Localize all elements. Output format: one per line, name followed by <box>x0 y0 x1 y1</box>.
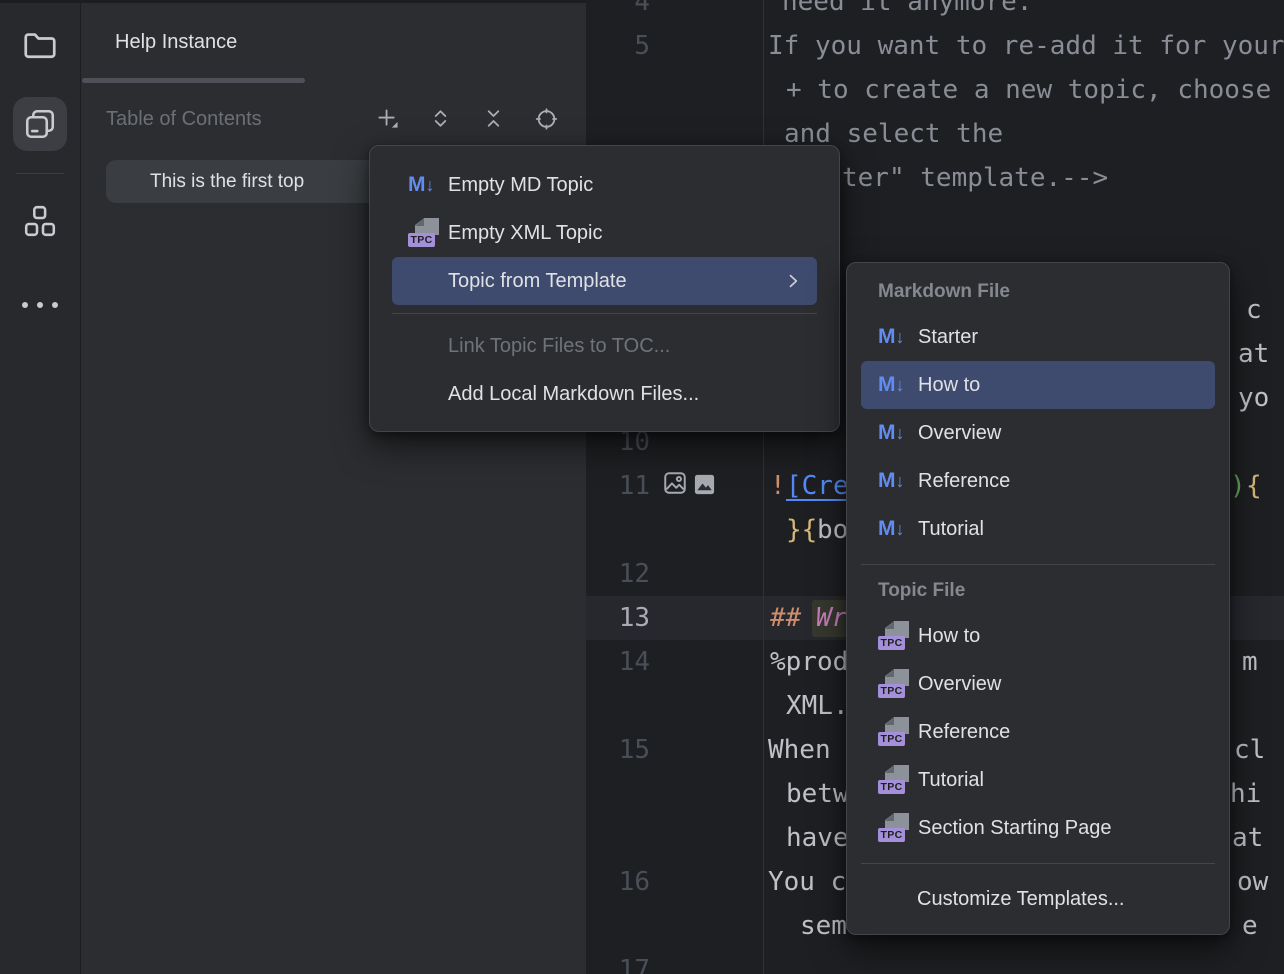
code-text: ! <box>770 464 786 508</box>
toc-instances-icon <box>22 106 58 142</box>
menu-item-empty-xml-topic[interactable]: TPC Empty XML Topic <box>392 209 817 257</box>
code-text: Wr <box>816 596 847 640</box>
line-number: 4 <box>586 0 650 24</box>
code-text: ## <box>770 596 801 640</box>
window-top-border <box>0 0 586 3</box>
expand-all-icon[interactable] <box>429 107 452 130</box>
line-number: 14 <box>586 640 650 684</box>
folder-icon <box>21 26 59 64</box>
code-text: { <box>1246 464 1262 508</box>
code-text: ow <box>1237 860 1268 904</box>
submenu-item-how-to-topic[interactable]: TPC How to <box>861 612 1215 660</box>
menu-separator <box>861 564 1215 565</box>
project-folder-button[interactable] <box>13 18 67 72</box>
toc-tool-button[interactable] <box>13 97 67 151</box>
menu-separator <box>392 313 817 314</box>
image-outline-icon[interactable] <box>662 470 688 496</box>
collapse-all-icon[interactable] <box>482 107 505 130</box>
line-number: 16 <box>586 860 650 904</box>
code-text: need it anymore. <box>782 0 1032 24</box>
topic-file-icon: TPC <box>878 812 910 844</box>
code-text: sem <box>800 904 847 948</box>
code-text: + to create a new topic, choose <box>786 68 1271 112</box>
tool-window-stripe <box>0 0 81 974</box>
code-text: You c <box>768 860 846 904</box>
menu-item-link-topic-files: Link Topic Files to TOC... <box>392 322 817 370</box>
code-text: at <box>1232 816 1263 860</box>
submenu-item-tutorial-md[interactable]: M↓ Tutorial <box>861 505 1215 553</box>
toc-item[interactable]: This is the first top <box>106 160 388 203</box>
menu-item-empty-md-topic[interactable]: M↓ Empty MD Topic <box>392 161 817 209</box>
code-text: }{ <box>786 508 817 552</box>
markdown-icon: M↓ <box>408 172 440 198</box>
code-text: c <box>1246 288 1262 332</box>
structure-icon <box>22 203 58 239</box>
code-text: hi <box>1230 772 1261 816</box>
new-topic-menu: M↓ Empty MD Topic TPC Empty XML Topic To… <box>369 145 840 432</box>
menu-item-add-local-markdown[interactable]: Add Local Markdown Files... <box>392 370 817 418</box>
code-text: m <box>1242 640 1258 684</box>
more-tools-button[interactable] <box>13 278 67 332</box>
markdown-icon: M↓ <box>878 516 910 542</box>
template-submenu: Markdown File M↓ Starter M↓ How to M↓ Ov… <box>846 262 1230 935</box>
markdown-icon: M↓ <box>878 420 910 446</box>
line-number: 12 <box>586 552 650 596</box>
menu-separator <box>861 863 1215 864</box>
line-number: 15 <box>586 728 650 772</box>
stripe-divider <box>16 173 64 174</box>
topic-file-icon: TPC <box>408 217 440 249</box>
code-text: yo <box>1238 376 1269 420</box>
submenu-item-reference-topic[interactable]: TPC Reference <box>861 708 1215 756</box>
submenu-item-tutorial-topic[interactable]: TPC Tutorial <box>861 756 1215 804</box>
code-text: ) <box>1230 464 1246 508</box>
toc-section-title: Table of Contents <box>106 108 262 131</box>
line-number: 5 <box>586 24 650 68</box>
markdown-icon: M↓ <box>878 372 910 398</box>
line-number: 11 <box>586 464 650 508</box>
submenu-item-reference-md[interactable]: M↓ Reference <box>861 457 1215 505</box>
code-text: at <box>1238 332 1269 376</box>
code-text: If you want to re-add it for your <box>768 24 1284 68</box>
topic-file-icon: TPC <box>878 764 910 796</box>
topic-file-icon: TPC <box>878 620 910 652</box>
toc-toolbar <box>376 107 558 130</box>
more-icon <box>22 302 58 308</box>
submenu-item-overview-md[interactable]: M↓ Overview <box>861 409 1215 457</box>
submenu-item-customize-templates[interactable]: Customize Templates... <box>861 875 1215 923</box>
submenu-section-header: Markdown File <box>847 277 1229 307</box>
markdown-icon: M↓ <box>878 468 910 494</box>
submenu-item-how-to-md[interactable]: M↓ How to <box>861 361 1215 409</box>
submenu-item-overview-topic[interactable]: TPC Overview <box>861 660 1215 708</box>
line-number: 17 <box>586 948 650 974</box>
code-text: e <box>1242 904 1258 948</box>
code-text: betw <box>786 772 849 816</box>
submenu-arrow-icon <box>783 271 803 291</box>
menu-item-topic-from-template[interactable]: Topic from Template <box>392 257 817 305</box>
code-text: cl <box>1234 728 1265 772</box>
topic-file-icon: TPC <box>878 668 910 700</box>
code-text: have <box>786 816 849 860</box>
submenu-item-section-starting-page[interactable]: TPC Section Starting Page <box>861 804 1215 852</box>
code-text: XML. <box>786 684 849 728</box>
submenu-item-starter[interactable]: M↓ Starter <box>861 313 1215 361</box>
code-text: When <box>768 728 831 772</box>
ide-window: 4 5 10 11 12 13 14 15 16 17 need it anym… <box>0 0 1284 974</box>
line-number-active: 13 <box>586 596 650 640</box>
code-text: bo <box>817 508 848 552</box>
add-button[interactable] <box>376 107 399 130</box>
markdown-icon: M↓ <box>878 324 910 350</box>
code-text: %prod <box>770 640 848 684</box>
active-tab-indicator <box>82 78 305 83</box>
locate-icon[interactable] <box>535 107 558 130</box>
tool-window-tab[interactable]: Help Instance <box>115 31 237 54</box>
submenu-section-header: Topic File <box>847 576 1229 606</box>
topic-file-icon: TPC <box>878 716 910 748</box>
code-link[interactable]: [Cre <box>786 464 849 508</box>
structure-button[interactable] <box>13 194 67 248</box>
image-preview-icon[interactable] <box>693 473 716 496</box>
code-text: ter" template.--> <box>842 156 1108 200</box>
toc-item-label: This is the first top <box>150 171 304 193</box>
